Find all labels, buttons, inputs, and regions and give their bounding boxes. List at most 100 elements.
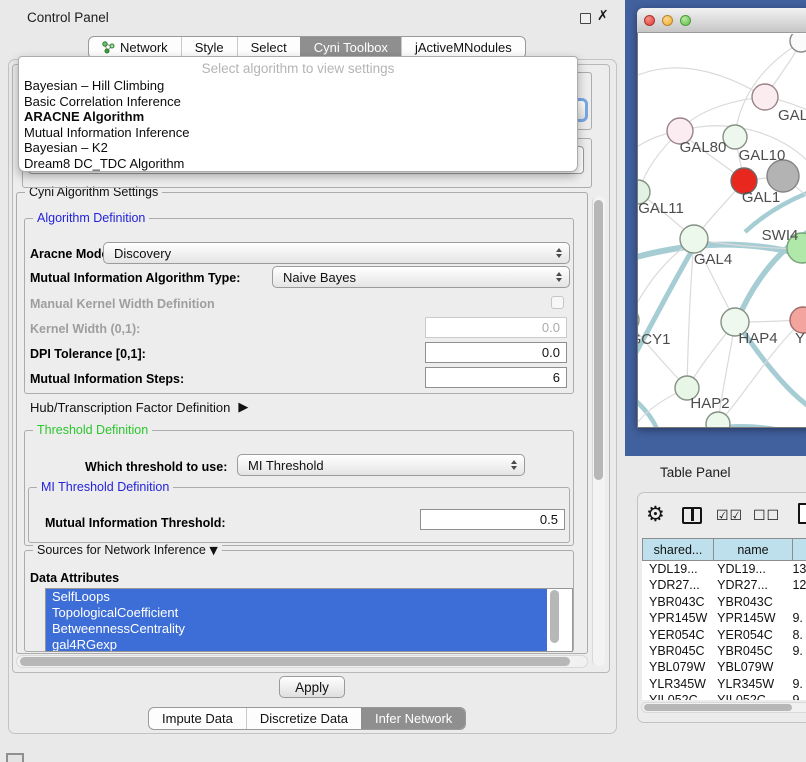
network-node[interactable]: [638, 308, 639, 332]
table-cell: [786, 594, 806, 610]
table-row[interactable]: YIL052CYIL052C9.: [642, 692, 806, 700]
network-node-label: GCY1: [638, 331, 670, 348]
dropdown-item[interactable]: Mutual Information Inference: [19, 125, 577, 141]
table-cell: YBR045C: [711, 643, 786, 659]
network-node[interactable]: [767, 160, 799, 192]
data-attribute-item[interactable]: SelfLoops: [46, 589, 547, 605]
settings-horizontal-scrollbar-thumb[interactable]: [20, 657, 570, 666]
mi-type-label: Mutual Information Algorithm Type:: [30, 271, 240, 285]
table-cell: YLR345W: [642, 676, 711, 692]
network-node-label: GAL80: [680, 139, 727, 156]
tab-cyni-toolbox[interactable]: Cyni Toolbox: [300, 37, 401, 58]
table-cell: YPR145W: [642, 610, 711, 626]
dropdown-item[interactable]: Dream8 DC_TDC Algorithm: [19, 156, 577, 172]
network-node-label: Y: [795, 330, 805, 347]
control-panel-title: Control Panel: [27, 10, 109, 25]
network-canvas[interactable]: GALGAL80GAL10GAL1GAL11SWI4GAL4GCY1HAP4YH…: [638, 34, 806, 427]
aracne-mode-combobox[interactable]: Discovery: [103, 242, 570, 264]
dpi-tolerance-field[interactable]: 0.0: [425, 342, 567, 363]
network-node-label: HAP4: [738, 330, 777, 347]
network-node[interactable]: [680, 225, 708, 253]
tab-impute-data[interactable]: Impute Data: [149, 708, 246, 729]
which-threshold-combobox[interactable]: MI Threshold: [237, 454, 525, 476]
tab-label: Discretize Data: [260, 711, 348, 726]
column-header-extra[interactable]: [793, 538, 806, 561]
collapsed-panel-icon[interactable]: [6, 753, 24, 762]
tab-label: Network: [120, 40, 168, 55]
table-cell: 9.: [786, 676, 806, 692]
network-graph-icon: [102, 41, 115, 54]
table-row[interactable]: YDL19...YDL19...13: [642, 561, 806, 577]
network-node[interactable]: [752, 84, 778, 110]
table-row[interactable]: YER054CYER054C8.: [642, 627, 806, 643]
tab-discretize-data[interactable]: Discretize Data: [246, 708, 361, 729]
dropdown-item-list: Bayesian – Hill ClimbingBasic Correlatio…: [19, 78, 577, 171]
node-table: shared... name YDL19...YDL19...13YDR27..…: [642, 538, 806, 561]
table-row[interactable]: YPR145WYPR145W9.: [642, 610, 806, 626]
column-header-shared-name[interactable]: shared...: [642, 538, 714, 561]
tab-network[interactable]: Network: [89, 37, 181, 58]
mi-algorithm-type-combobox[interactable]: Naive Bayes: [272, 266, 570, 288]
dropdown-item[interactable]: ARACNE Algorithm: [19, 109, 577, 125]
gear-icon[interactable]: ⚙: [646, 502, 665, 526]
table-cell: YIL052C: [711, 692, 786, 700]
manual-kernel-width-checkbox[interactable]: [551, 296, 564, 309]
deselect-all-icon[interactable]: ☐☐: [753, 508, 780, 524]
table-header-row: shared... name: [642, 538, 806, 561]
table-row[interactable]: YLR345WYLR345W9.: [642, 676, 806, 692]
which-threshold-label: Which threshold to use:: [85, 460, 227, 474]
table-cell: 9.: [786, 610, 806, 626]
data-attributes-list[interactable]: SelfLoopsTopologicalCoefficientBetweenne…: [45, 588, 573, 652]
float-panel-icon[interactable]: [580, 13, 591, 24]
close-window-icon[interactable]: [644, 15, 655, 26]
minimize-window-icon[interactable]: [662, 15, 673, 26]
tab-select[interactable]: Select: [237, 37, 300, 58]
settings-vertical-scrollbar-thumb[interactable]: [594, 200, 603, 480]
table-cell: YBR043C: [711, 594, 786, 610]
tab-jactivemnodules[interactable]: jActiveMNodules: [401, 37, 525, 58]
select-all-icon[interactable]: ☑☑: [716, 508, 743, 524]
group-title: MI Threshold Definition: [37, 480, 173, 494]
attributes-list-scrollbar[interactable]: [550, 590, 559, 643]
new-document-icon[interactable]: [798, 503, 806, 524]
network-node-label: GAL1: [742, 189, 780, 206]
data-attribute-item[interactable]: BetweennessCentrality: [46, 621, 547, 637]
dpi-tolerance-label: DPI Tolerance [0,1]:: [30, 347, 146, 361]
table-row[interactable]: YBL079WYBL079W: [642, 659, 806, 675]
table-cell: YER054C: [642, 627, 711, 643]
sources-collapse-toggle[interactable]: Sources for Network Inference ▼: [33, 543, 222, 557]
data-attribute-item[interactable]: TopologicalCoefficient: [46, 605, 547, 621]
data-attribute-item[interactable]: gal4RGexp: [46, 637, 547, 652]
table-horizontal-scrollbar-thumb[interactable]: [644, 704, 792, 711]
network-node[interactable]: [790, 34, 806, 52]
group-title: Algorithm Definition: [33, 211, 149, 225]
zoom-window-icon[interactable]: [680, 15, 691, 26]
hub-definition-expander[interactable]: Hub/Transcription Factor Definition ▶: [30, 400, 248, 415]
hub-definition-label: Hub/Transcription Factor Definition: [30, 400, 230, 415]
close-panel-icon[interactable]: ✗: [597, 8, 609, 24]
dropdown-item[interactable]: Bayesian – K2: [19, 140, 577, 156]
table-panel-title: Table Panel: [660, 465, 731, 480]
data-attributes-label: Data Attributes: [30, 571, 119, 585]
apply-button[interactable]: Apply: [279, 676, 345, 698]
column-header-name[interactable]: name: [714, 538, 793, 561]
column-view-icon[interactable]: [682, 507, 702, 524]
dropdown-item[interactable]: Bayesian – Hill Climbing: [19, 78, 577, 94]
dropdown-item[interactable]: Basic Correlation Inference: [19, 94, 577, 110]
table-row[interactable]: YDR27...YDR27...12: [642, 577, 806, 593]
tab-label: Style: [195, 40, 224, 55]
network-node[interactable]: [723, 125, 747, 149]
tab-infer-network[interactable]: Infer Network: [361, 708, 465, 729]
table-row[interactable]: YBR043CYBR043C: [642, 594, 806, 610]
table-row[interactable]: YBR045CYBR045C9.: [642, 643, 806, 659]
sources-title: Sources for Network Inference: [37, 543, 206, 557]
table-cell: YDR27...: [711, 577, 786, 593]
tab-label: jActiveMNodules: [415, 40, 512, 55]
table-cell: YLR345W: [711, 676, 786, 692]
mi-steps-field[interactable]: 6: [425, 367, 567, 388]
kernel-width-field[interactable]: 0.0: [425, 317, 567, 338]
tab-style[interactable]: Style: [181, 37, 237, 58]
table-cell: 9.: [786, 643, 806, 659]
mi-threshold-field[interactable]: 0.5: [420, 509, 565, 530]
network-node-label: GAL11: [638, 200, 684, 217]
